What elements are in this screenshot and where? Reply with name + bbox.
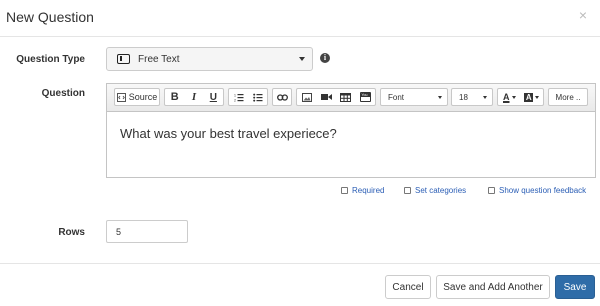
show-feedback-checkbox[interactable]: Show question feedback: [488, 186, 586, 195]
font-size-select[interactable]: 18: [451, 88, 493, 106]
chevron-down-icon: [299, 57, 305, 61]
footer-divider: [0, 263, 600, 264]
media-group: You: [296, 88, 376, 106]
question-type-select[interactable]: Free Text: [106, 47, 313, 71]
source-button[interactable]: Source: [114, 88, 160, 106]
info-icon[interactable]: i: [320, 53, 330, 63]
svg-text:You: You: [361, 93, 367, 97]
free-text-icon: [117, 54, 130, 64]
font-select[interactable]: Font: [380, 88, 448, 106]
source-icon: [116, 92, 126, 102]
save-and-add-another-button[interactable]: Save and Add Another: [436, 275, 550, 299]
rows-input[interactable]: 5: [106, 220, 188, 243]
question-type-label: Question Type: [16, 54, 85, 65]
font-select-label: Font: [388, 92, 405, 102]
link-icon: [276, 93, 288, 101]
question-content[interactable]: What was your best travel experiece?: [120, 126, 337, 141]
required-checkbox[interactable]: Required: [341, 186, 384, 195]
source-label: Source: [128, 92, 158, 102]
close-icon[interactable]: ×: [579, 8, 587, 22]
bullet-list-icon: [252, 93, 262, 102]
more-label: More ..: [555, 92, 581, 102]
font-size-label: 18: [459, 92, 468, 102]
text-color-icon: A: [503, 92, 510, 102]
header-divider: [0, 36, 600, 37]
image-icon: [301, 92, 312, 102]
checkbox-icon: [404, 187, 411, 194]
chevron-down-icon: [535, 95, 540, 99]
chevron-down-icon: [511, 95, 516, 99]
background-color-icon: A: [524, 92, 534, 102]
checkbox-icon: [488, 187, 495, 194]
format-group: B I U: [164, 88, 224, 106]
background-color-button[interactable]: A: [521, 89, 544, 105]
underline-button[interactable]: U: [204, 89, 223, 105]
bold-button[interactable]: B: [165, 89, 184, 105]
table-button[interactable]: [336, 89, 356, 105]
video-button[interactable]: [317, 89, 337, 105]
required-label: Required: [352, 186, 385, 195]
bullet-list-button[interactable]: [248, 89, 267, 105]
cancel-button[interactable]: Cancel: [385, 275, 431, 299]
youtube-button[interactable]: You: [356, 89, 376, 105]
italic-button[interactable]: I: [184, 89, 203, 105]
text-color-button[interactable]: A: [498, 89, 521, 105]
more-button[interactable]: More ..: [548, 88, 588, 106]
numbered-list-icon: 1 2: [234, 93, 243, 102]
svg-text:1: 1: [234, 93, 236, 97]
checkbox-icon: [341, 187, 348, 194]
youtube-icon: You: [359, 92, 371, 102]
image-button[interactable]: [297, 89, 317, 105]
show-feedback-label: Show question feedback: [499, 186, 587, 195]
modal-title: New Question: [6, 9, 94, 25]
set-categories-checkbox[interactable]: Set categories: [404, 186, 466, 195]
chevron-down-icon: [483, 95, 487, 99]
table-icon: [340, 92, 352, 102]
question-type-value: Free Text: [138, 53, 180, 65]
link-button[interactable]: [272, 88, 292, 106]
video-camera-icon: [320, 94, 332, 100]
numbered-list-button[interactable]: 1 2: [229, 89, 248, 105]
set-categories-label: Set categories: [415, 186, 467, 195]
editor-toolbar: Source B I U 1 2 You Font 18 A A More ..: [107, 84, 595, 112]
color-group: A A: [497, 88, 544, 106]
chevron-down-icon: [438, 95, 442, 99]
svg-text:2: 2: [234, 98, 236, 102]
question-label: Question: [41, 88, 85, 99]
list-group: 1 2: [228, 88, 268, 106]
question-editor[interactable]: Source B I U 1 2 You Font 18 A A More ..…: [106, 83, 596, 178]
rows-label: Rows: [58, 227, 85, 238]
save-button[interactable]: Save: [555, 275, 595, 299]
